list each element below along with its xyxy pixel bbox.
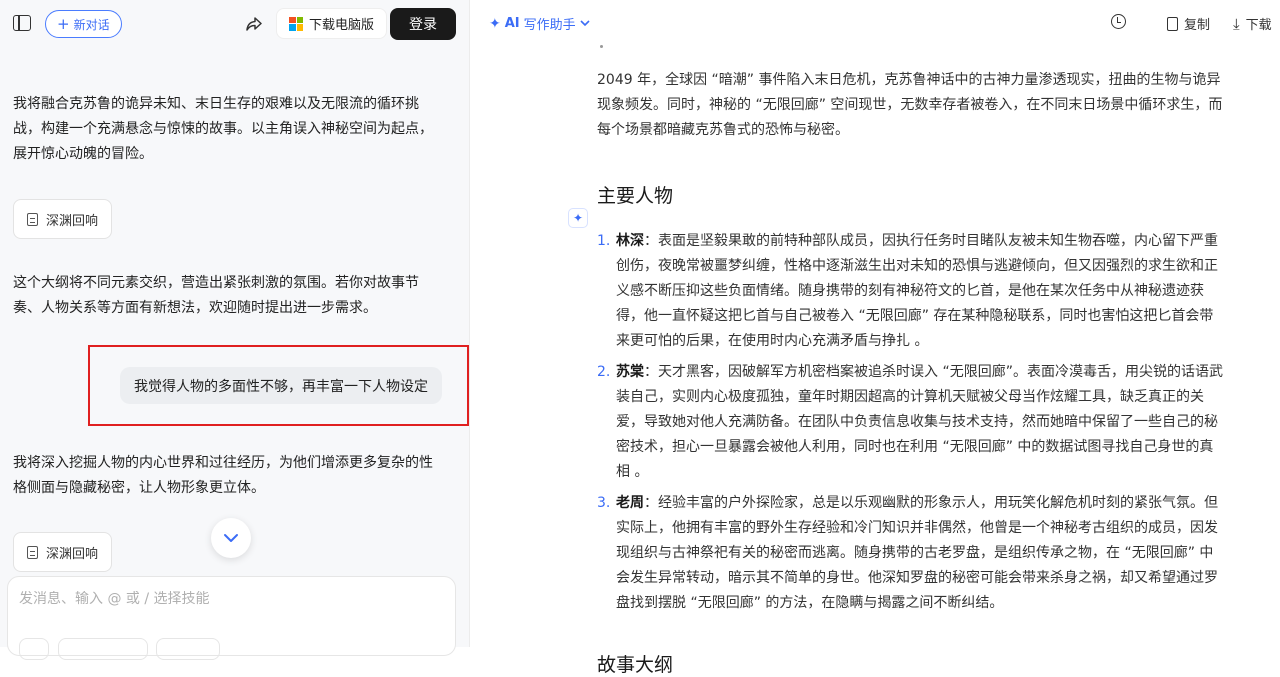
character-description: ：表面是坚毅果敢的前特种部队成员，因执行任务时目睹队友被未知生物吞噬，内心留下严…: [616, 233, 1218, 349]
ai-label: AI: [504, 16, 520, 31]
share-icon[interactable]: [244, 14, 264, 34]
composer-tool-button[interactable]: [19, 638, 49, 660]
document-icon: [27, 212, 38, 226]
character-description: ：经验丰富的户外探险家，总是以乐观幽默的形象示人，用玩笑化解危机时刻的紧张气氛。…: [616, 495, 1218, 611]
chevron-down-icon: [224, 534, 238, 542]
sparkle-icon: ✦: [489, 15, 501, 32]
assistant-title: 写作助手: [523, 18, 576, 33]
list-number: 2.: [597, 364, 611, 380]
copy-button[interactable]: 复制: [1167, 14, 1210, 33]
reference-card[interactable]: 深渊回响: [13, 199, 113, 239]
character-description: ：天才黑客，因破解军方机密档案被追杀时误入 “无限回廊”。表面冷漠毒舌，用尖锐的…: [616, 364, 1223, 480]
new-chat-button[interactable]: + 新对话: [45, 10, 122, 38]
message-input[interactable]: [19, 591, 439, 607]
reference-card-label: 深渊回响: [46, 546, 99, 562]
character-item: 1. 林深：表面是坚毅果敢的前特种部队成员，因执行任务时目睹队友被未知生物吞噬，…: [597, 229, 1227, 354]
assistant-message: 这个大纲将不同元素交织，营造出紧张刺激的氛围。若你对故事节奏、人物关系等方面有新…: [13, 275, 419, 316]
character-name: 老周: [616, 495, 644, 511]
clock-icon: [1111, 14, 1126, 29]
chevron-down-icon: [580, 20, 590, 27]
login-button[interactable]: 登录: [390, 8, 456, 40]
list-number: 1.: [597, 233, 611, 249]
sidebar-toggle-icon[interactable]: [13, 15, 31, 31]
download-desktop-label: 下载电脑版: [309, 18, 375, 33]
plus-icon: +: [57, 14, 70, 33]
writing-assistant-pane: ✦ AI 写作助手 复制 ⤓ 下载 ✦ 2049 年，全球因 “暗潮” 事件陷入…: [470, 0, 1280, 676]
assistant-message: 我将深入挖掘人物的内心世界和过往经历，为他们增添更多复杂的性格侧面与隐藏秘密，让…: [13, 455, 433, 496]
scroll-to-bottom-button[interactable]: [211, 518, 251, 558]
reference-card-label: 深渊回响: [46, 213, 99, 229]
list-number: 3.: [597, 495, 611, 511]
bullet-dot: [600, 45, 603, 48]
writing-assistant-menu[interactable]: ✦ AI 写作助手: [489, 14, 590, 33]
document-icon: [27, 545, 38, 559]
download-button[interactable]: ⤓ 下载: [1233, 14, 1272, 34]
download-desktop-button[interactable]: 下载电脑版: [276, 8, 388, 39]
composer-tool-button[interactable]: [156, 638, 220, 660]
document-content: 2049 年，全球因 “暗潮” 事件陷入末日危机，克苏鲁神话中的古神力量渗透现实…: [597, 68, 1227, 677]
copy-label: 复制: [1184, 18, 1211, 33]
character-name: 林深: [616, 233, 644, 249]
message-composer: [7, 576, 456, 660]
download-icon: ⤓: [1233, 14, 1240, 33]
copy-icon: [1167, 16, 1178, 31]
highlight-annotation: [88, 345, 469, 426]
history-button[interactable]: [1111, 14, 1126, 29]
download-label: 下载: [1245, 18, 1272, 33]
ai-assist-icon[interactable]: ✦: [568, 208, 588, 228]
intro-paragraph: 2049 年，全球因 “暗潮” 事件陷入末日危机，克苏鲁神话中的古神力量渗透现实…: [597, 72, 1223, 138]
character-item: 2. 苏棠：天才黑客，因破解军方机密档案被追杀时误入 “无限回廊”。表面冷漠毒舌…: [597, 360, 1227, 485]
composer-tool-button[interactable]: [58, 638, 148, 660]
section-heading: 主要人物: [597, 185, 674, 207]
assistant-message: 我将融合克苏鲁的诡异未知、末日生存的艰难以及无限流的循环挑战，构建一个充满悬念与…: [13, 96, 433, 162]
windows-logo-icon: [289, 16, 303, 31]
character-item: 3. 老周：经验丰富的户外探险家，总是以乐观幽默的形象示人，用玩笑化解危机时刻的…: [597, 491, 1227, 616]
section-heading: 故事大纲: [597, 654, 674, 676]
chat-pane: + 新对话 下载电脑版 登录 我将融合克苏鲁的诡异未知、末日生存的艰难以及无限流…: [0, 0, 470, 660]
reference-card[interactable]: 深渊回响: [13, 532, 113, 572]
new-chat-label: 新对话: [73, 17, 110, 32]
character-name: 苏棠: [616, 364, 644, 380]
